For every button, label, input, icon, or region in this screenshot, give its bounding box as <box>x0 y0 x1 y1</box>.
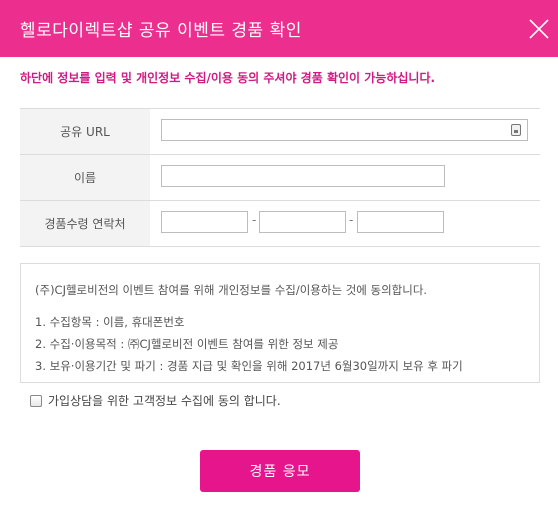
consent-item-3: 3. 보유·이용기간 및 파기 : 경품 지급 및 확인을 위해 2017년 6… <box>35 359 463 373</box>
url-field-box <box>161 119 528 141</box>
url-input[interactable] <box>162 121 527 141</box>
phone-part3-input[interactable] <box>358 213 443 233</box>
phone-separator-1: - <box>252 213 257 227</box>
url-label: 공유 URL <box>20 109 150 154</box>
close-icon <box>529 19 549 39</box>
phone-part2-box <box>259 211 346 233</box>
consent-item-1: 1. 수집항목 : 이름, 휴대폰번호 <box>35 315 185 329</box>
name-input[interactable] <box>162 167 444 187</box>
name-label: 이름 <box>20 155 150 200</box>
phone-row: 경품수령 연락처 - - <box>20 201 540 247</box>
consent-intro: (주)CJ헬로비전의 이벤트 참여를 위해 개인정보를 수집/이용하는 것에 동… <box>35 283 428 297</box>
agree-label: 가입상담을 위한 고객정보 수집에 동의 합니다. <box>48 394 281 408</box>
agree-checkbox-row[interactable]: 가입상담을 위한 고객정보 수집에 동의 합니다. <box>30 392 281 409</box>
phone-part2-input[interactable] <box>260 213 345 233</box>
agree-checkbox[interactable] <box>30 394 42 407</box>
phone-part3-box <box>357 211 444 233</box>
consent-box: (주)CJ헬로비전의 이벤트 참여를 위해 개인정보를 수집/이용하는 것에 동… <box>20 263 540 383</box>
notice-text: 하단에 정보를 입력 및 개인정보 수집/이용 동의 주셔야 경품 확인이 가능… <box>20 71 436 85</box>
name-field-box <box>161 165 445 187</box>
url-row: 공유 URL <box>20 109 540 155</box>
dialog-header: 헬로다이렉트샵 공유 이벤트 경품 확인 <box>0 0 558 57</box>
phone-part1-input[interactable] <box>162 213 247 233</box>
dialog-title: 헬로다이렉트샵 공유 이벤트 경품 확인 <box>20 21 302 41</box>
entry-form: 공유 URL 이름 경품수령 연락처 - - <box>20 108 540 247</box>
consent-item-2: 2. 수집·이용목적 : ㈜CJ헬로비전 이벤트 참여를 위한 정보 제공 <box>35 337 339 351</box>
clipboard-icon[interactable] <box>511 124 521 136</box>
name-row: 이름 <box>20 155 540 201</box>
close-button[interactable] <box>528 18 550 40</box>
submit-button[interactable]: 경품 응모 <box>200 450 360 492</box>
phone-part1-box <box>161 211 248 233</box>
phone-separator-2: - <box>349 213 354 227</box>
phone-label: 경품수령 연락처 <box>20 201 150 246</box>
